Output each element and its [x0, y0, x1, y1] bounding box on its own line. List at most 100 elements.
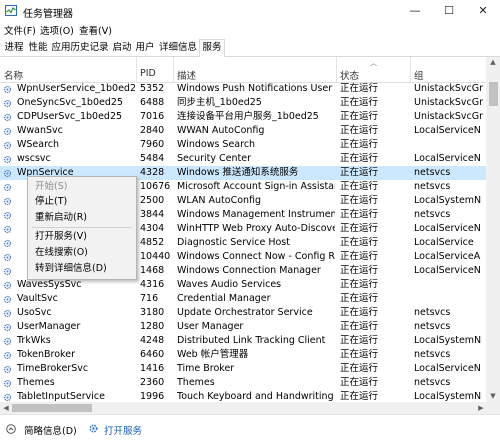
- window-title: 任务管理器: [23, 9, 73, 20]
- service-status: 正在运行: [340, 83, 379, 94]
- service-row[interactable]: OneSyncSvc_1b0ed25 6488 同步主机_1b0ed25 正在运行 Un…: [0, 96, 486, 110]
- tab-processes[interactable]: 进程: [2, 40, 26, 55]
- service-gear-icon: [3, 99, 12, 108]
- service-name: CDPUserSvc_1b0ed25: [17, 111, 123, 122]
- column-name[interactable]: 名称: [4, 68, 23, 82]
- service-status: 正在运行: [340, 167, 379, 178]
- service-status: 正在运行: [340, 237, 379, 248]
- vertical-scrollbar[interactable]: [486, 57, 500, 402]
- column-divider[interactable]: [173, 57, 174, 82]
- open-services-link[interactable]: 打开服务: [104, 423, 142, 437]
- scroll-left-arrow-icon[interactable]: ◀: [1, 402, 11, 414]
- service-row[interactable]: TimeBrokerSvc 1416 Time Broker 正在运行 LocalSer…: [0, 362, 486, 376]
- service-description: 同步主机_1b0ed25: [177, 97, 262, 108]
- service-row[interactable]: TabletInputService 1996 Touch Keyboard and…: [0, 390, 486, 402]
- service-pid: 4852: [140, 237, 165, 248]
- tab-performance[interactable]: 性能: [27, 40, 49, 55]
- service-group: LocalServiceN: [414, 223, 481, 234]
- chevron-up-circle-icon[interactable]: [6, 424, 16, 434]
- service-name: TimeBrokerSvc: [17, 363, 89, 374]
- tab-app-history[interactable]: 应用历史记录: [50, 40, 110, 55]
- service-row[interactable]: UsoSvc 3180 Update Orchestrator Service 正在运…: [0, 306, 486, 320]
- maximize-button[interactable]: ☐: [432, 0, 466, 22]
- footer-bar: 简略信息(D) 打开服务: [0, 414, 500, 446]
- horizontal-scroll-thumb[interactable]: [12, 404, 92, 412]
- service-name: TrkWks: [17, 335, 51, 346]
- menu-item-open-services[interactable]: 打开服务(V): [35, 230, 87, 243]
- service-gear-icon: [3, 309, 12, 318]
- tab-startup[interactable]: 启动: [111, 40, 133, 55]
- service-group: LocalSystemN: [414, 335, 482, 346]
- service-row[interactable]: WSearch 7960 Windows Search 正在运行: [0, 138, 486, 152]
- column-divider[interactable]: [136, 57, 137, 82]
- service-row[interactable]: WwanSvc 2840 WWAN AutoConfig 正在运行 LocalServi…: [0, 124, 486, 138]
- service-row[interactable]: UserManager 1280 User Manager 正在运行 netsvcs: [0, 320, 486, 334]
- service-pid: 7016: [140, 111, 165, 122]
- menu-options[interactable]: 选项(O): [40, 23, 74, 37]
- service-status: 正在运行: [340, 279, 379, 290]
- scroll-down-arrow-icon[interactable]: ▼: [486, 392, 500, 402]
- column-description[interactable]: 描述: [177, 68, 196, 82]
- minimize-button[interactable]: —: [398, 0, 432, 22]
- context-menu: 开始(S) 停止(T) 重新启动(R) 打开服务(V) 在线搜索(O) 转到详细…: [27, 176, 137, 280]
- service-description: Distributed Link Tracking Client: [177, 335, 326, 346]
- service-name: WpnUserService_1b0ed25: [17, 83, 135, 94]
- vertical-scroll-thumb[interactable]: [489, 82, 498, 106]
- menu-item-go-to-details[interactable]: 转到详细信息(D): [35, 262, 107, 275]
- service-pid: 4328: [140, 167, 165, 178]
- fewer-details-link[interactable]: 简略信息(D): [24, 423, 77, 437]
- service-row[interactable]: Themes 2360 Themes 正在运行 netsvcs: [0, 376, 486, 390]
- task-manager-icon: [5, 5, 17, 16]
- tab-services[interactable]: 服务: [199, 39, 225, 57]
- service-row[interactable]: VaultSvc 716 Credential Manager 正在运行: [0, 292, 486, 306]
- service-group: LocalServiceA: [414, 251, 481, 262]
- column-header-row: ︿ 名称 PID 描述 状态 组: [0, 57, 486, 83]
- service-status: 正在运行: [340, 111, 379, 122]
- menu-item-start[interactable]: 开始(S): [35, 180, 67, 193]
- close-button[interactable]: ✕: [466, 0, 500, 22]
- service-gear-icon: [3, 239, 12, 248]
- service-gear-icon: [3, 197, 12, 206]
- menu-view[interactable]: 查看(V): [79, 23, 112, 37]
- service-description: Credential Manager: [177, 293, 271, 304]
- column-divider[interactable]: [410, 57, 411, 82]
- service-gear-icon: [3, 323, 12, 332]
- column-divider[interactable]: [336, 57, 337, 82]
- service-name: Themes: [17, 377, 55, 388]
- menu-file[interactable]: 文件(F): [4, 23, 36, 37]
- service-row[interactable]: WavesSysSvc 4316 Waves Audio Services 正在运行: [0, 278, 486, 292]
- service-status: 正在运行: [340, 349, 379, 360]
- service-description: Waves Audio Services: [177, 279, 282, 290]
- service-status: 正在运行: [340, 335, 379, 346]
- tab-users[interactable]: 用户: [134, 40, 156, 55]
- column-group[interactable]: 组: [414, 68, 424, 82]
- service-row[interactable]: wscsvc 5484 Security Center 正在运行 LocalServic…: [0, 152, 486, 166]
- column-pid[interactable]: PID: [140, 68, 156, 79]
- menu-item-restart[interactable]: 重新启动(R): [35, 211, 87, 224]
- menu-item-search-online[interactable]: 在线搜索(O): [35, 246, 88, 259]
- scroll-right-arrow-icon[interactable]: ▶: [476, 402, 486, 414]
- service-row[interactable]: TrkWks 4248 Distributed Link Tracking Clie…: [0, 334, 486, 348]
- service-pid: 4316: [140, 279, 165, 290]
- service-name: TabletInputService: [17, 391, 106, 402]
- scroll-up-arrow-icon[interactable]: ▲: [486, 58, 500, 68]
- service-description: Windows Connection Manager: [177, 265, 321, 276]
- service-description: Themes: [177, 377, 215, 388]
- service-pid: 10676: [140, 181, 171, 192]
- service-pid: 6488: [140, 97, 165, 108]
- tab-details[interactable]: 详细信息: [157, 40, 199, 55]
- service-pid: 5484: [140, 153, 165, 164]
- title-bar: 任务管理器 — ☐ ✕: [0, 0, 500, 22]
- gear-icon: [89, 424, 98, 433]
- service-description: Update Orchestrator Service: [177, 307, 313, 318]
- service-gear-icon: [3, 281, 12, 290]
- service-description: Windows Push Notifications User S...: [177, 83, 335, 94]
- service-group: netsvcs: [414, 321, 451, 332]
- service-description: Windows Connect Now - Config R...: [177, 251, 335, 262]
- service-status: 正在运行: [340, 251, 379, 262]
- service-row[interactable]: TokenBroker 6460 Web 帐户管理器 正在运行 netsvcs: [0, 348, 486, 362]
- column-status[interactable]: 状态: [340, 68, 359, 82]
- service-row[interactable]: WpnUserService_1b0ed25 5352 Windows Push N…: [0, 82, 486, 96]
- service-row[interactable]: CDPUserSvc_1b0ed25 7016 连接设备平台用户服务_1b0ed25…: [0, 110, 486, 124]
- menu-item-stop[interactable]: 停止(T): [35, 195, 67, 208]
